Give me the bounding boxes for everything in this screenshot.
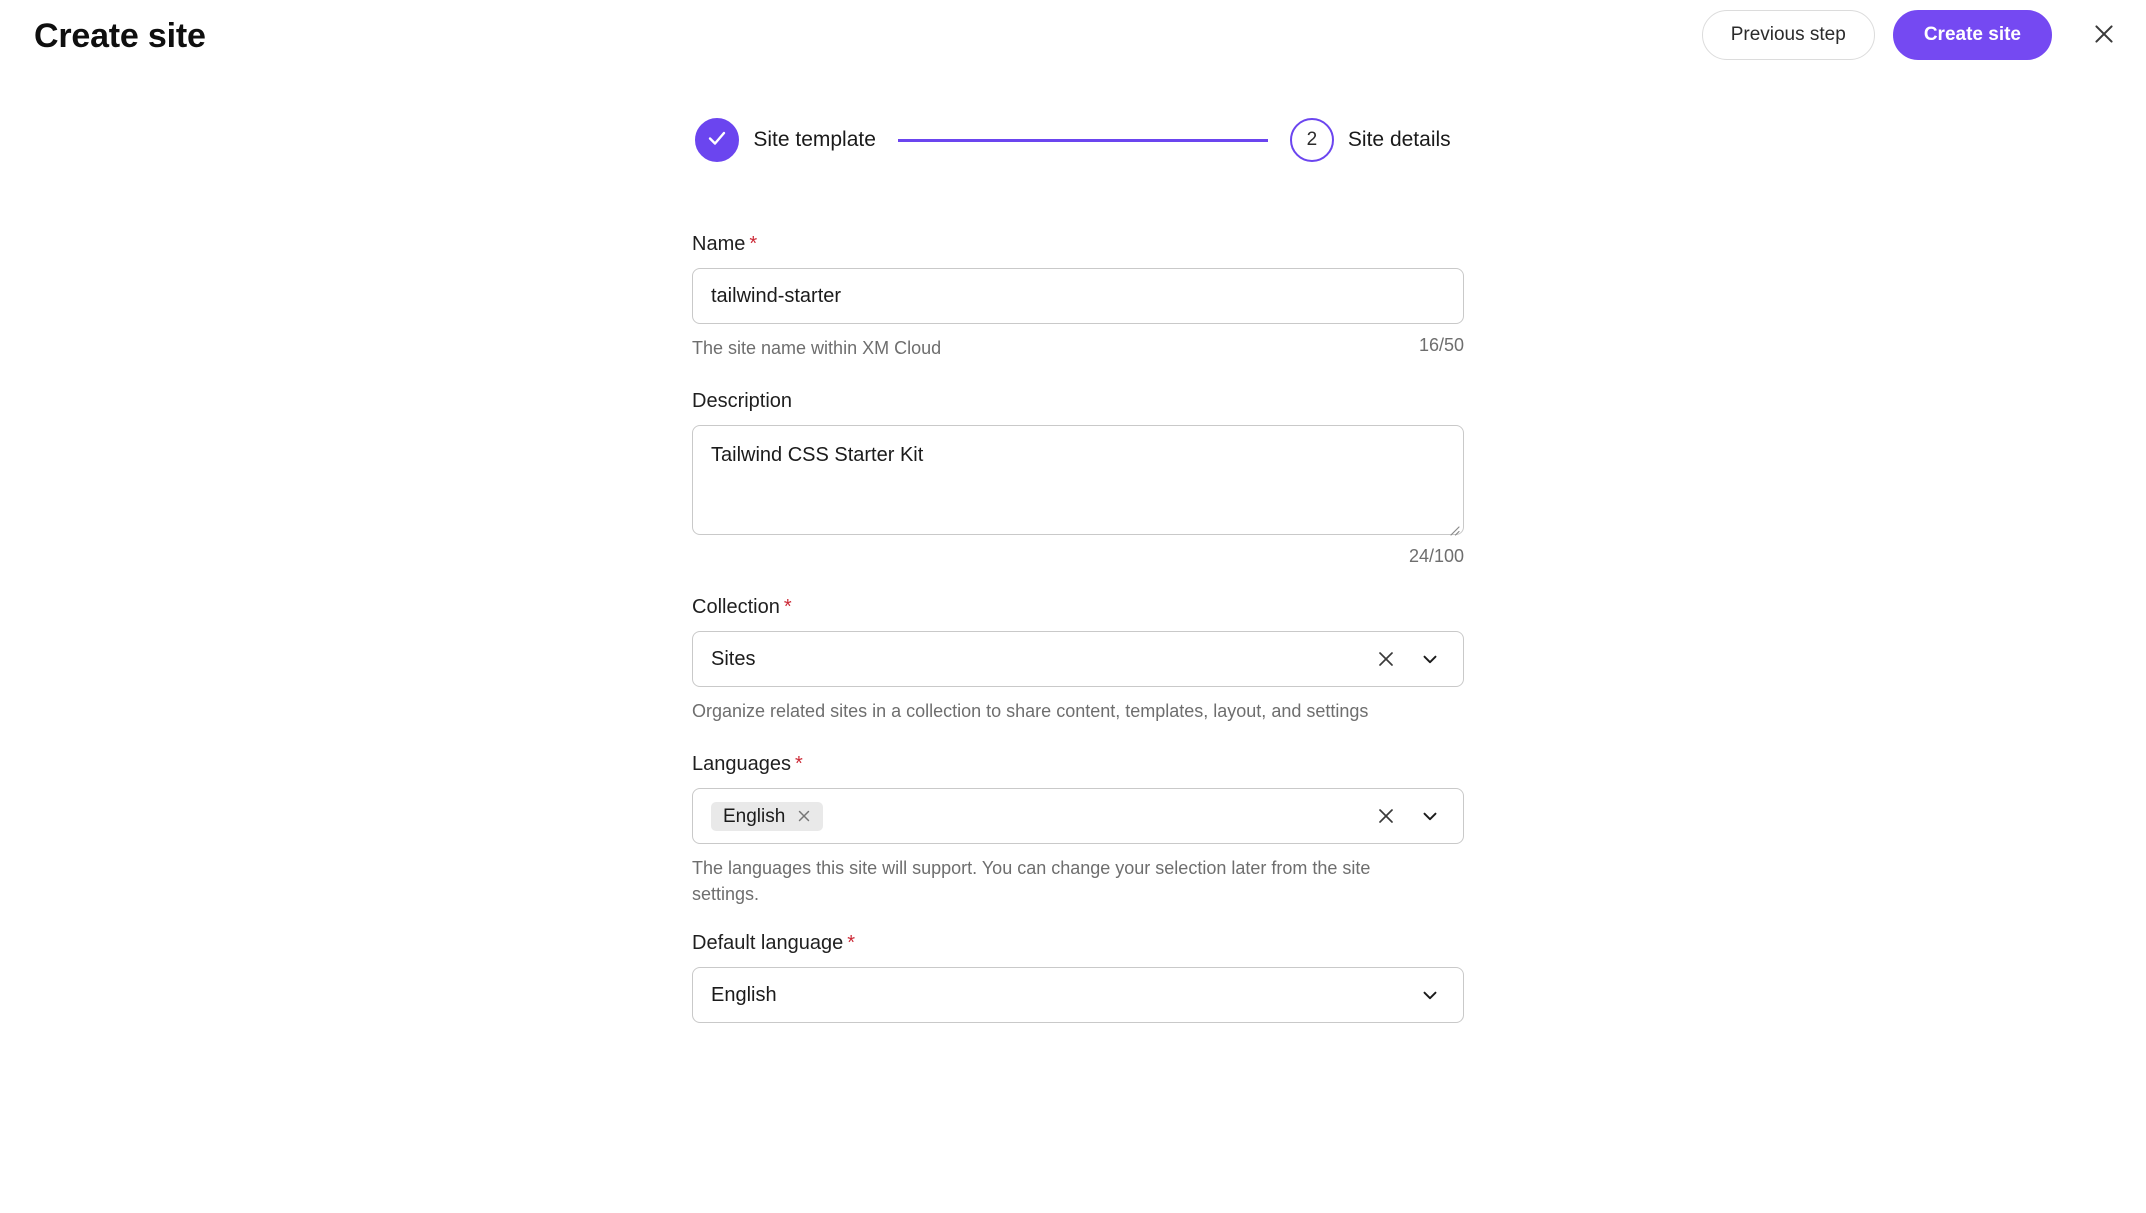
description-textarea[interactable]: Tailwind CSS Starter Kit <box>692 425 1464 536</box>
resize-handle-icon[interactable] <box>1446 517 1460 536</box>
language-tag-label: English <box>723 805 786 827</box>
collection-select-actions <box>1371 644 1445 674</box>
label-description: Description <box>692 389 1464 413</box>
stepper-connector <box>897 138 1268 142</box>
collection-helper-text: Organize related sites in a collection t… <box>692 701 1369 722</box>
required-asterisk: * <box>783 596 792 619</box>
collection-helper-row: Organize related sites in a collection t… <box>692 698 1464 724</box>
languages-multiselect[interactable]: English <box>692 788 1464 845</box>
collection-selected-value: Sites <box>711 649 756 670</box>
previous-step-button[interactable]: Previous step <box>1701 10 1875 60</box>
label-collection-text: Collection <box>692 596 780 619</box>
languages-select-actions <box>1371 801 1445 831</box>
field-default-language: Default language * English <box>692 931 1464 1024</box>
description-helper-row: 24/100 <box>692 546 1464 567</box>
step-marker-current: 2 <box>1289 118 1334 162</box>
field-collection: Collection * Sites Organize related site… <box>692 595 1464 724</box>
field-name: Name * tailwind-starter The site name wit… <box>692 232 1464 361</box>
required-asterisk: * <box>794 753 803 776</box>
label-name-text: Name <box>692 233 746 255</box>
label-default-language: Default language * <box>692 931 1464 955</box>
default-language-select[interactable]: English <box>692 967 1464 1024</box>
languages-helper-row: The languages this site will support. Yo… <box>692 855 1464 907</box>
label-collection: Collection * <box>692 595 1464 619</box>
remove-tag-icon[interactable] <box>795 807 813 825</box>
label-default-language-text: Default language <box>692 932 844 955</box>
description-textarea-value: Tailwind CSS Starter Kit <box>711 444 924 467</box>
page-title: Create site <box>34 17 206 55</box>
name-input-value: tailwind-starter <box>711 286 842 306</box>
close-icon <box>2091 21 2117 50</box>
stepper-label-site-details: Site details <box>1347 128 1451 151</box>
required-asterisk: * <box>847 932 856 955</box>
site-details-form: Name * tailwind-starter The site name wit… <box>692 232 1464 1024</box>
app-header: Create site Previous step Create site <box>0 0 2146 92</box>
label-name: Name * <box>692 232 1464 256</box>
languages-helper-text: The languages this site will support. Yo… <box>692 858 1371 905</box>
default-language-selected-value: English <box>711 985 777 1006</box>
chevron-down-icon[interactable] <box>1415 980 1445 1010</box>
field-description: Description Tailwind CSS Starter Kit 24/… <box>692 389 1464 567</box>
create-site-button[interactable]: Create site <box>1892 10 2052 60</box>
step-marker-completed <box>695 118 740 162</box>
name-helper-row: The site name within XM Cloud 16/50 <box>692 335 1464 361</box>
name-input[interactable]: tailwind-starter <box>692 268 1464 324</box>
collection-select[interactable]: Sites <box>692 631 1464 688</box>
label-languages-text: Languages <box>692 753 791 776</box>
stepper: Site template 2 Site details <box>0 118 2146 162</box>
chevron-down-icon[interactable] <box>1415 801 1445 831</box>
clear-icon[interactable] <box>1371 801 1401 831</box>
name-helper-text: The site name within XM Cloud <box>692 338 942 358</box>
step-number: 2 <box>1306 129 1318 150</box>
stepper-step-site-details[interactable]: 2 Site details <box>1289 118 1451 162</box>
header-actions: Previous step Create site <box>1701 10 2146 60</box>
check-icon <box>705 126 729 155</box>
field-languages: Languages * English The languages this s… <box>692 752 1464 907</box>
stepper-step-site-template[interactable]: Site template <box>695 118 876 162</box>
name-char-counter: 16/50 <box>1418 335 1464 355</box>
default-language-select-actions <box>1415 980 1445 1010</box>
stepper-label-site-template: Site template <box>753 128 876 151</box>
required-asterisk: * <box>749 233 758 255</box>
chevron-down-icon[interactable] <box>1415 644 1445 674</box>
language-tag[interactable]: English <box>711 801 824 831</box>
description-char-counter: 24/100 <box>1408 546 1464 567</box>
clear-icon[interactable] <box>1371 644 1401 674</box>
label-description-text: Description <box>692 390 793 413</box>
close-button[interactable] <box>2082 13 2126 57</box>
label-languages: Languages * <box>692 752 1464 776</box>
